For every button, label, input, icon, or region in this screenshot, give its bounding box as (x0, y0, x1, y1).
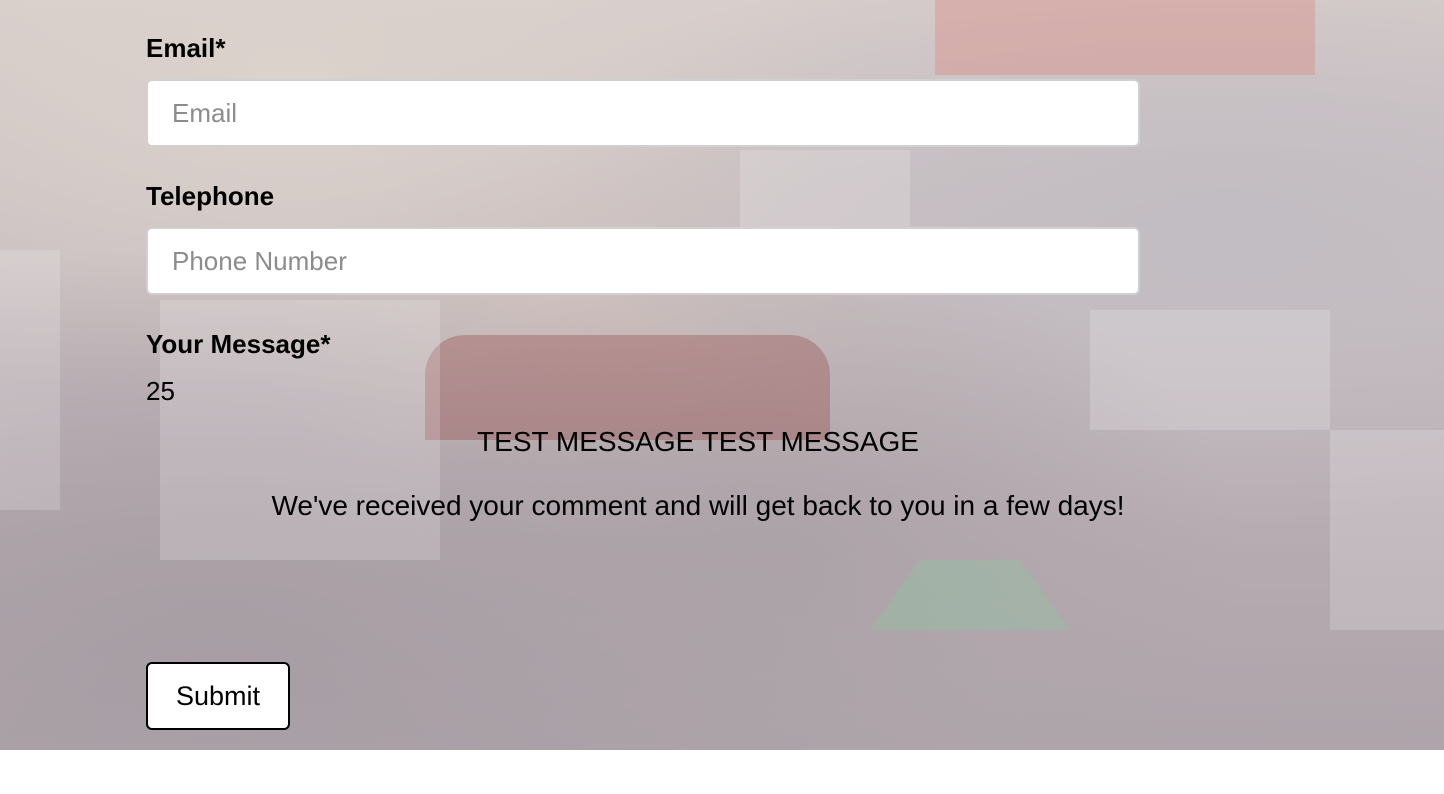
background-roof (425, 335, 830, 440)
email-label: Email* (146, 33, 226, 63)
telephone-input[interactable] (146, 227, 1140, 295)
city-background-image: Email* Telephone Your Message* 25 TEST M… (0, 0, 1444, 750)
message-label: Your Message* (146, 329, 331, 359)
confirmation-message: We've received your comment and will get… (271, 490, 1125, 521)
email-input[interactable] (146, 79, 1140, 147)
background-building (935, 0, 1315, 75)
telephone-label: Telephone (146, 181, 275, 211)
submit-button[interactable]: Submit (146, 662, 290, 730)
submitted-message-text: TEST MESSAGE TEST MESSAGE (477, 426, 919, 457)
message-character-count: 25 (146, 376, 175, 406)
background-green-roof (870, 560, 1070, 630)
